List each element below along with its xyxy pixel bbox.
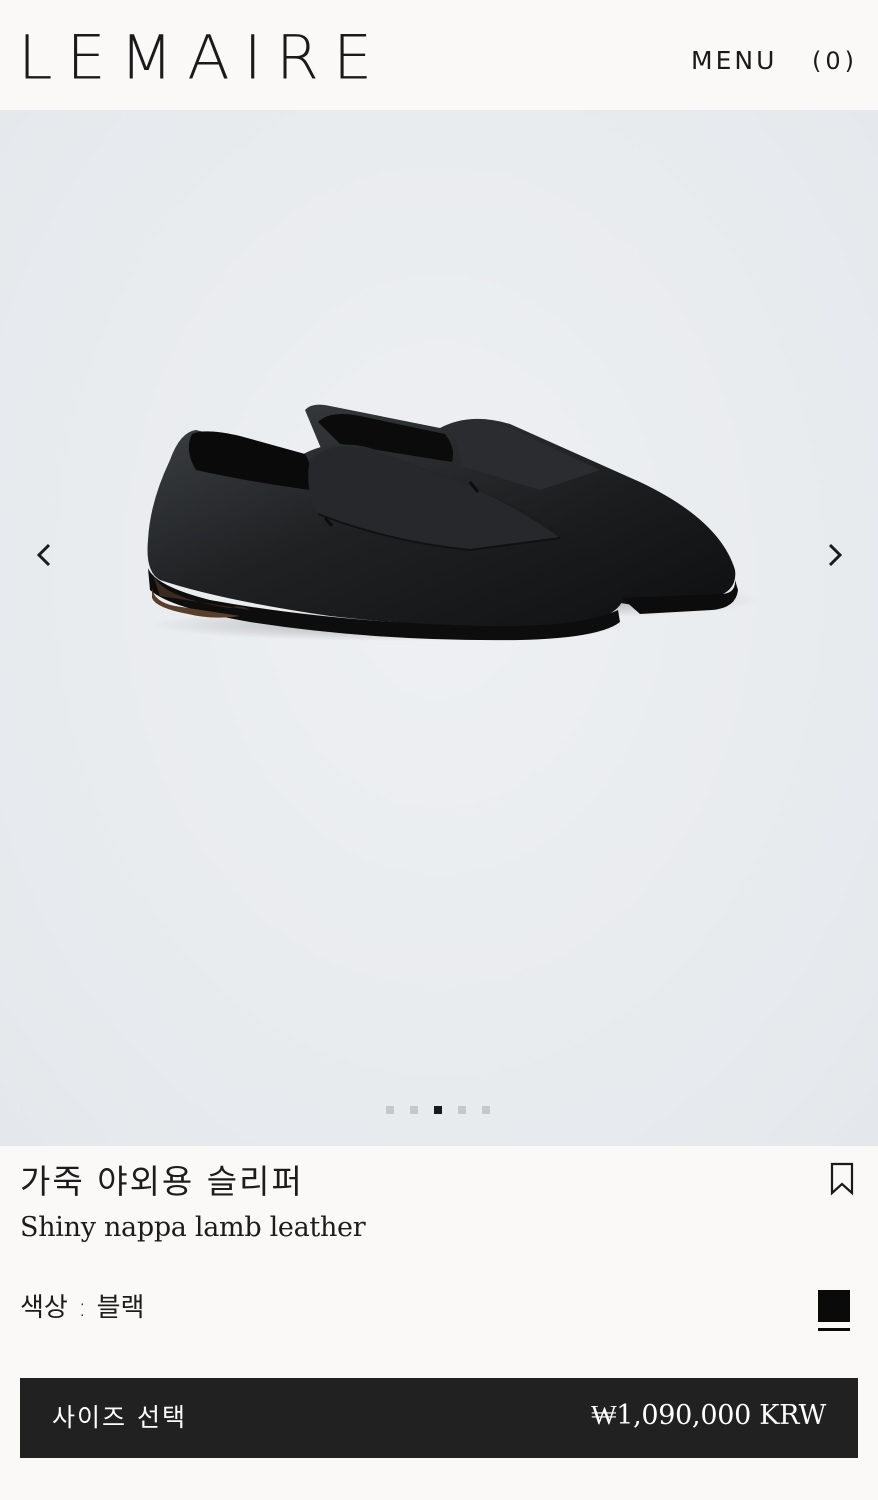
bookmark-icon[interactable] <box>828 1162 856 1196</box>
chevron-right-icon <box>828 543 843 567</box>
carousel-pagination <box>386 1106 490 1114</box>
site-header: LEMAIRE MENU (0) <box>0 0 878 110</box>
select-size-button[interactable]: 사이즈 선택 ₩1,090,000 KRW <box>20 1378 858 1458</box>
menu-button[interactable]: MENU <box>691 44 777 78</box>
swatch-selected-indicator <box>818 1328 850 1331</box>
carousel-dot[interactable] <box>410 1106 418 1114</box>
cart-button[interactable]: (0) <box>812 44 858 78</box>
next-image-button[interactable] <box>815 535 855 575</box>
carousel-dot-active[interactable] <box>434 1106 442 1114</box>
color-info: 색상: 블랙 <box>20 1288 144 1328</box>
brand-logo[interactable]: LEMAIRE <box>18 22 386 94</box>
product-price: ₩1,090,000 KRW <box>591 1400 826 1431</box>
select-size-label: 사이즈 선택 <box>52 1403 187 1432</box>
product-material: Shiny nappa lamb leather <box>20 1212 366 1243</box>
color-value: 블랙 <box>96 1293 145 1323</box>
carousel-dot[interactable] <box>458 1106 466 1114</box>
color-separator: : <box>77 1293 87 1323</box>
carousel-dot[interactable] <box>386 1106 394 1114</box>
product-title: 가죽 야외용 슬리퍼 <box>20 1162 304 1201</box>
product-image <box>147 404 760 641</box>
previous-image-button[interactable] <box>24 535 64 575</box>
carousel-dot[interactable] <box>482 1106 490 1114</box>
color-swatch-black[interactable] <box>818 1290 850 1322</box>
product-image-carousel[interactable] <box>0 110 878 1146</box>
color-label: 색상 <box>20 1293 68 1323</box>
chevron-left-icon <box>36 543 51 567</box>
